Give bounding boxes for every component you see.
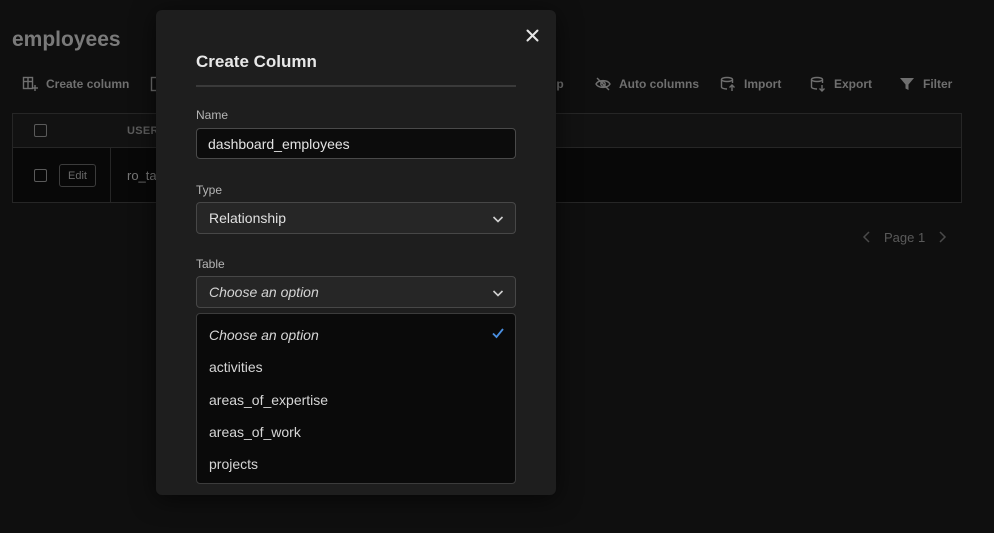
row-checkbox[interactable] — [34, 169, 47, 182]
grid-divider — [110, 148, 111, 203]
create-column-label: Create column — [46, 77, 130, 91]
pagination: Page 1 — [862, 228, 947, 246]
table-select[interactable]: Choose an option — [196, 276, 516, 308]
option-areas-of-expertise[interactable]: areas_of_expertise — [209, 392, 328, 408]
import-button[interactable]: Import — [720, 74, 781, 94]
name-label: Name — [196, 108, 229, 122]
chevron-left-icon[interactable] — [862, 231, 872, 243]
title-divider — [196, 85, 516, 87]
create-column-modal: Create Column Name Type Relationship Tab… — [156, 10, 556, 495]
chevron-down-icon — [492, 290, 504, 297]
option-placeholder[interactable]: Choose an option — [209, 327, 319, 343]
export-label: Export — [834, 77, 873, 91]
chevron-right-icon[interactable] — [937, 231, 947, 243]
select-all-checkbox[interactable] — [34, 124, 47, 137]
create-column-icon — [22, 76, 38, 91]
option-projects[interactable]: projects — [209, 456, 258, 472]
filter-icon — [900, 78, 914, 90]
type-select-value: Relationship — [209, 210, 287, 226]
create-column-button[interactable]: Create column — [22, 74, 129, 94]
option-activities[interactable]: activities — [209, 359, 263, 375]
import-icon — [720, 76, 735, 91]
export-icon — [810, 76, 825, 92]
modal-title: Create Column — [196, 52, 317, 71]
type-select[interactable]: Relationship — [196, 202, 516, 234]
grid-cell[interactable]: ro_ta — [127, 168, 157, 183]
table-select-value: Choose an option — [209, 284, 319, 300]
page-indicator: Page 1 — [884, 229, 926, 245]
table-options-list: Choose an option activities areas_of_exp… — [196, 313, 516, 484]
import-label: Import — [744, 77, 782, 91]
eye-off-icon — [595, 77, 611, 91]
auto-columns-label: Auto columns — [619, 77, 699, 91]
row-edit-button[interactable]: Edit — [59, 164, 96, 187]
auto-columns-button[interactable]: Auto columns — [595, 74, 699, 94]
filter-button[interactable]: Filter — [899, 74, 952, 94]
export-button[interactable]: Export — [810, 74, 872, 94]
close-button[interactable] — [522, 25, 542, 45]
close-icon — [526, 29, 538, 41]
checkmark-icon — [492, 328, 504, 339]
filter-label: Filter — [923, 77, 953, 91]
page-title: employees — [12, 28, 121, 51]
table-label: Table — [196, 257, 225, 271]
name-input[interactable] — [196, 128, 516, 159]
chevron-down-icon — [492, 216, 504, 223]
type-label: Type — [196, 183, 223, 197]
option-areas-of-work[interactable]: areas_of_work — [209, 424, 301, 440]
